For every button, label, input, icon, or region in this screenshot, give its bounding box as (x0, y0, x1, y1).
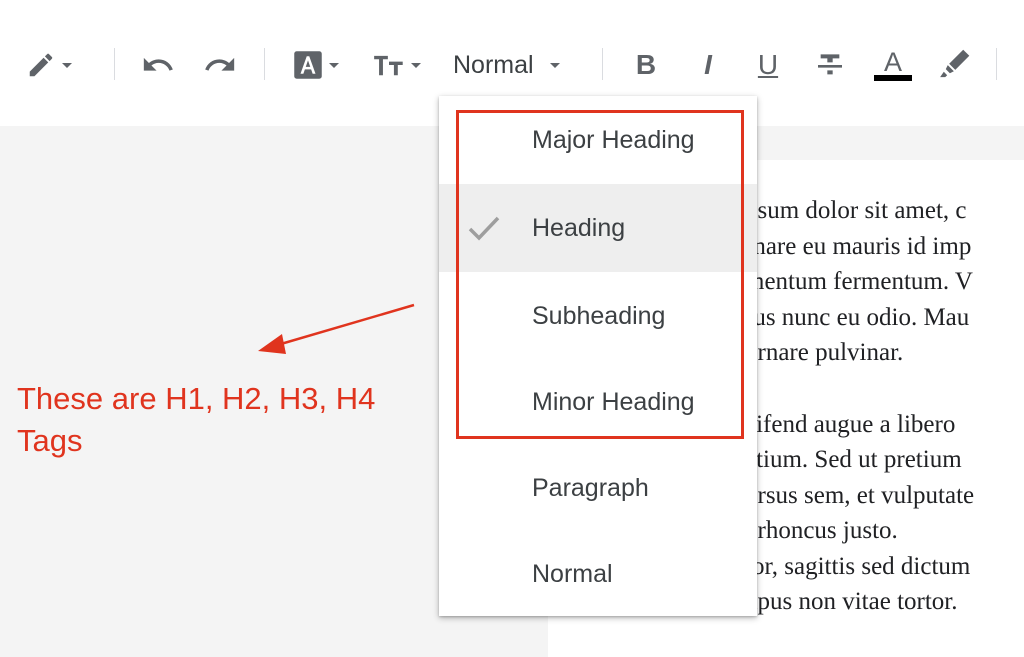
menu-item-normal[interactable]: Normal (439, 530, 757, 618)
menu-item-label: Normal (532, 559, 613, 588)
menu-item-subheading[interactable]: Subheading (439, 272, 757, 360)
menu-item-label: Minor Heading (532, 387, 695, 416)
menu-item-heading[interactable]: Heading (439, 184, 757, 272)
menu-item-label: Major Heading (532, 125, 695, 154)
annotation-text-line: These are H1, H2, H3, H4 (17, 381, 376, 416)
menu-item-label: Subheading (532, 301, 666, 330)
menu-item-major-heading[interactable]: Major Heading (439, 96, 757, 184)
menu-item-label: Paragraph (532, 473, 649, 502)
menu-item-minor-heading[interactable]: Minor Heading (439, 358, 757, 446)
annotation-text-line: Tags (17, 423, 83, 458)
paragraph-style-menu: Major Heading Heading Subheading Minor H… (439, 96, 757, 616)
checkmark-icon (468, 216, 500, 241)
menu-item-label: Heading (532, 213, 626, 242)
menu-item-paragraph[interactable]: Paragraph (439, 444, 757, 532)
annotation-callout: These are H1, H2, H3, H4 Tags (17, 378, 437, 462)
